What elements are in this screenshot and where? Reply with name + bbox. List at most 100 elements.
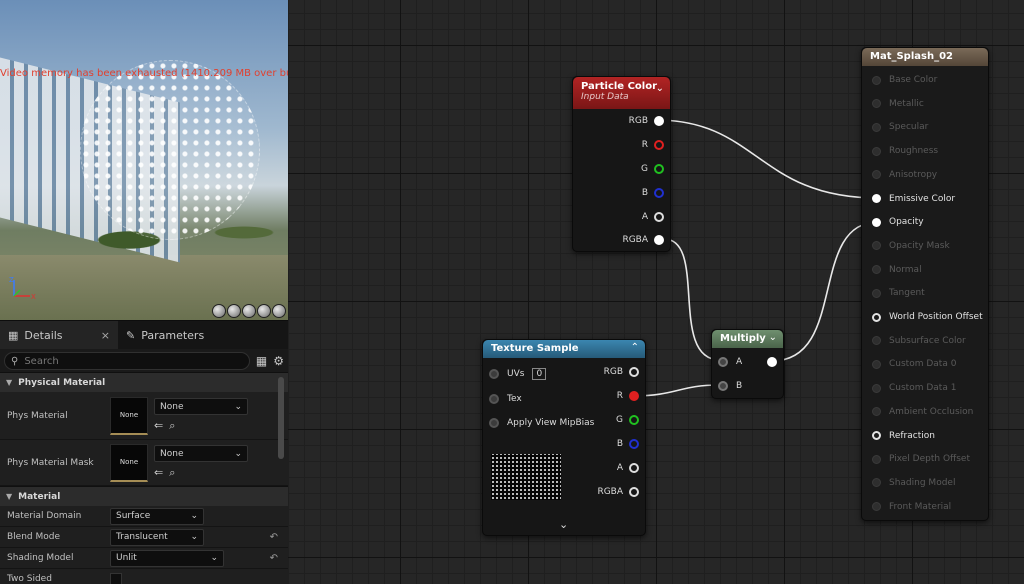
node-material-result[interactable]: Mat_Splash_02 Base Color Metallic Specular… — [861, 47, 989, 521]
material-pin-ambient-occlusion[interactable]: Ambient Occlusion — [872, 402, 973, 422]
reset-arrow-icon[interactable]: ↶ — [270, 532, 278, 543]
material-pin-shading-model[interactable]: Shading Model — [872, 473, 955, 493]
pin-icon[interactable] — [872, 383, 881, 393]
browse-icon[interactable]: ⌕ — [169, 419, 175, 433]
uv-index-input[interactable]: 0 — [532, 368, 547, 380]
pin-b[interactable]: B — [617, 432, 639, 456]
node-header[interactable]: Multiply ⌄ — [712, 330, 783, 348]
node-texture-sample[interactable]: Texture Sample ⌃ UVs 0 Tex Apply View Mip… — [482, 339, 646, 536]
table-view-icon[interactable]: ▦ — [256, 354, 267, 368]
chevron-up-icon[interactable]: ⌃ — [631, 342, 639, 353]
pin-icon[interactable] — [629, 439, 639, 449]
preview-sphere-button[interactable] — [227, 304, 241, 318]
material-pin-roughness[interactable]: Roughness — [872, 141, 938, 161]
material-pin-world-position-offset[interactable]: World Position Offset — [872, 307, 983, 327]
details-scrollbar[interactable] — [278, 377, 284, 459]
pin-icon[interactable] — [654, 212, 664, 222]
pin-tex[interactable]: Tex — [489, 387, 522, 411]
pin-rgb[interactable]: RGB — [604, 360, 639, 384]
pin-icon[interactable] — [872, 170, 881, 180]
tab-parameters[interactable]: ✎ Parameters — [118, 321, 212, 349]
chevron-down-icon[interactable]: ⌄ — [769, 332, 777, 343]
node-multiply[interactable]: Multiply ⌄ A B — [711, 329, 784, 399]
material-pin-specular[interactable]: Specular — [872, 117, 928, 137]
material-pin-base-color[interactable]: Base Color — [872, 70, 937, 90]
pin-icon[interactable] — [654, 235, 664, 245]
material-pin-normal[interactable]: Normal — [872, 260, 922, 280]
pin-icon[interactable] — [629, 391, 639, 401]
category-physical-material[interactable]: ▼ Physical Material — [0, 372, 288, 392]
pin-icon[interactable] — [489, 369, 499, 379]
phys-material-combo[interactable]: None ⌄ — [154, 398, 248, 415]
pin-icon[interactable] — [872, 241, 881, 251]
pin-icon[interactable] — [629, 415, 639, 425]
shading-model-combo[interactable]: Unlit ⌄ — [110, 549, 224, 567]
blend-mode-combo[interactable]: Translucent ⌄ — [110, 528, 204, 546]
material-pin-opacity-mask[interactable]: Opacity Mask — [872, 236, 950, 256]
node-header[interactable]: Particle Color Input Data ⌄ — [573, 77, 670, 109]
material-pin-pixel-depth-offset[interactable]: Pixel Depth Offset — [872, 449, 970, 469]
use-selected-icon[interactable]: ⇐ — [154, 466, 163, 480]
material-pin-subsurface-color[interactable]: Subsurface Color — [872, 331, 966, 351]
node-header[interactable]: Mat_Splash_02 — [862, 48, 988, 66]
pin-icon[interactable] — [654, 164, 664, 174]
pin-a[interactable]: A — [642, 205, 664, 229]
preview-mesh-button[interactable] — [272, 304, 286, 318]
pin-g[interactable]: G — [616, 408, 639, 432]
pin-r[interactable]: R — [642, 133, 664, 157]
material-pin-custom-data-1[interactable]: Custom Data 1 — [872, 378, 956, 398]
close-icon[interactable]: × — [101, 329, 110, 342]
reset-arrow-icon[interactable]: ↶ — [270, 553, 278, 564]
pin-icon[interactable] — [629, 367, 639, 377]
pin-icon[interactable] — [629, 463, 639, 473]
preview-cylinder-button[interactable] — [212, 304, 226, 318]
material-pin-tangent[interactable]: Tangent — [872, 283, 925, 303]
chevron-down-icon[interactable]: ⌄ — [559, 518, 568, 531]
material-pin-custom-data-0[interactable]: Custom Data 0 — [872, 354, 956, 374]
pin-icon[interactable] — [872, 146, 881, 156]
two-sided-checkbox[interactable] — [110, 573, 122, 584]
search-input[interactable]: ⚲ Search — [4, 352, 250, 370]
pin-r[interactable]: R — [617, 384, 639, 408]
pin-apply-view-mipbias[interactable]: Apply View MipBias — [489, 411, 594, 435]
pin-a[interactable]: A — [718, 350, 742, 374]
node-particle-color[interactable]: Particle Color Input Data ⌄ RGB R G B A … — [572, 76, 671, 252]
pin-g[interactable]: G — [641, 157, 664, 181]
pin-icon[interactable] — [872, 336, 881, 346]
pin-icon[interactable] — [872, 312, 881, 322]
material-pin-front-material[interactable]: Front Material — [872, 497, 951, 517]
pin-icon[interactable] — [872, 407, 881, 417]
material-pin-refraction[interactable]: Refraction — [872, 426, 935, 446]
material-pin-emissive-color[interactable]: Emissive Color — [872, 189, 955, 209]
chevron-down-icon[interactable]: ⌄ — [656, 83, 664, 94]
gear-icon[interactable]: ⚙ — [273, 354, 284, 368]
pin-rgba[interactable]: RGBA — [622, 228, 664, 252]
node-header[interactable]: Texture Sample ⌃ — [483, 340, 645, 358]
pin-icon[interactable] — [718, 357, 728, 367]
pin-icon[interactable] — [489, 394, 499, 404]
asset-thumbnail[interactable]: None — [110, 396, 148, 435]
material-graph-canvas[interactable]: Particle Color Input Data ⌄ RGB R G B A … — [288, 0, 1024, 584]
material-domain-combo[interactable]: Surface ⌄ — [110, 507, 204, 525]
pin-icon[interactable] — [489, 418, 499, 428]
asset-thumbnail[interactable]: None — [110, 443, 148, 482]
pin-uvs[interactable]: UVs 0 — [489, 362, 547, 386]
pin-icon[interactable] — [872, 454, 881, 464]
tab-details[interactable]: ▦ Details × — [0, 321, 118, 349]
pin-icon[interactable] — [872, 217, 881, 227]
pin-icon[interactable] — [654, 188, 664, 198]
use-selected-icon[interactable]: ⇐ — [154, 419, 163, 433]
pin-icon[interactable] — [872, 359, 881, 369]
pin-rgb[interactable]: RGB — [629, 109, 664, 133]
phys-material-mask-combo[interactable]: None ⌄ — [154, 445, 248, 462]
pin-icon[interactable] — [718, 381, 728, 391]
pin-b[interactable]: B — [642, 181, 664, 205]
pin-icon[interactable] — [872, 194, 881, 203]
pin-icon[interactable] — [872, 265, 881, 275]
pin-icon[interactable] — [872, 288, 881, 298]
pin-icon[interactable] — [872, 478, 881, 488]
pin-icon[interactable] — [654, 140, 664, 150]
pin-icon[interactable] — [767, 357, 777, 367]
material-pin-anisotropy[interactable]: Anisotropy — [872, 165, 937, 185]
pin-output[interactable] — [767, 350, 777, 374]
